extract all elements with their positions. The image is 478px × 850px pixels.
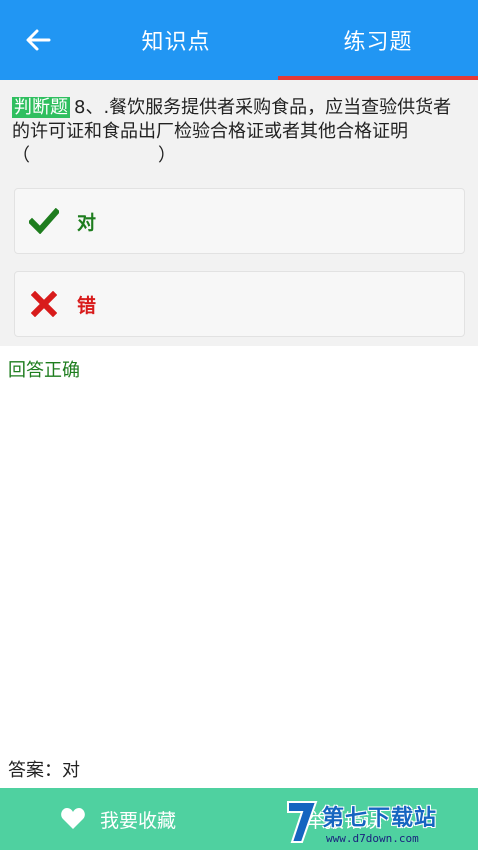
result-message: 回答正确 [8, 360, 80, 381]
question-text: 8、.餐饮服务提供者采购食品，应当查验供货者的许可证和食品出厂检验合格证或者其他… [12, 97, 452, 142]
question-panel: 判断题 8、.餐饮服务提供者采购食品，应当查验供货者的许可证和食品出厂检验合格证或… [0, 80, 478, 346]
watermark-url: www.d7down.com [326, 832, 419, 845]
app-screen: 知识点 练习题 判断题 8、.餐饮服务提供者采购食品，应当查验供货者的许可证和食品… [0, 0, 478, 850]
check-icon [29, 206, 59, 236]
watermark-text: 第七下载站 [322, 806, 438, 831]
tab-knowledge[interactable]: 知识点 [96, 0, 256, 80]
top-bar: 知识点 练习题 [0, 0, 478, 80]
option-true-label: 对 [77, 211, 97, 234]
site-watermark: 第七下载站 www.d7down.com [282, 796, 478, 850]
answer-text: 答案：对 [8, 760, 80, 781]
question-type-badge: 判断题 [12, 97, 70, 118]
cross-icon [29, 289, 59, 319]
option-false-label: 错 [77, 294, 97, 317]
option-false[interactable]: 错 [14, 271, 465, 337]
answer-blank: （） [12, 145, 176, 166]
favorite-label: 我要收藏 [100, 809, 177, 832]
watermark-logo-icon [287, 801, 318, 843]
arrow-left-icon [26, 29, 51, 51]
back-button[interactable] [18, 22, 58, 58]
heart-icon [60, 807, 86, 831]
question-text-block: 判断题 8、.餐饮服务提供者采购食品，应当查验供货者的许可证和食品出厂检验合格证或… [12, 96, 468, 168]
favorite-button[interactable]: 我要收藏 [60, 788, 176, 850]
tab-practice[interactable]: 练习题 [278, 0, 478, 80]
option-true[interactable]: 对 [14, 188, 465, 254]
